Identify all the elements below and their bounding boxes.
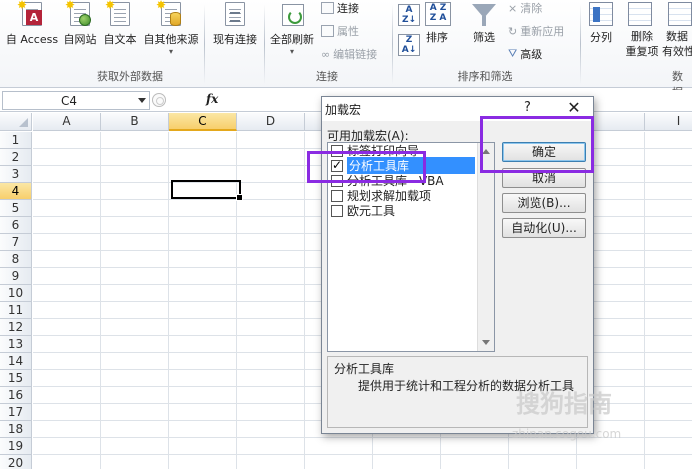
connections-button[interactable]: 连接 [321, 0, 359, 16]
from-text-button[interactable]: ✸ 自文本 [101, 0, 139, 47]
browse-button[interactable]: 浏览(B)... [502, 193, 586, 213]
description-title: 分析工具库 [334, 362, 395, 376]
group-separator [392, 4, 393, 84]
from-other-sources-button[interactable]: ✸ 自其他来源 ▾ [140, 0, 202, 56]
automation-button[interactable]: 自动化(U)... [502, 218, 586, 238]
text-to-columns-icon [589, 2, 613, 26]
refresh-icon [280, 2, 304, 28]
close-icon[interactable]: ✕ [562, 98, 586, 118]
column-header[interactable]: A [33, 113, 101, 131]
column-header[interactable]: B [101, 113, 169, 131]
name-box[interactable]: C4 [2, 91, 150, 110]
data-validation-button[interactable]: 数据 有效性 [662, 29, 692, 59]
highlight-analysis-toolpak [307, 151, 426, 183]
group-label-sort-filter: 排序和筛选 [457, 70, 513, 83]
database-icon: ✸ [156, 0, 183, 28]
listbox-scrollbar[interactable] [477, 143, 494, 351]
remove-duplicates-button[interactable]: 删除 重复项 [622, 29, 662, 59]
properties-button[interactable]: 属性 [321, 23, 359, 39]
reapply-button[interactable]: ↻ 重新应用 [508, 23, 564, 39]
chevron-down-icon: ▾ [289, 47, 294, 56]
select-all-corner[interactable] [0, 113, 32, 131]
row-header[interactable]: 11 [0, 302, 32, 319]
access-icon: ✸ A [17, 0, 44, 28]
row-header[interactable]: 7 [0, 234, 32, 251]
highlight-ok-button [480, 116, 594, 173]
row-header[interactable]: 3 [0, 166, 32, 183]
reapply-icon: ↻ [508, 24, 518, 38]
chevron-down-icon: ▾ [168, 47, 173, 56]
row-header[interactable]: 8 [0, 251, 32, 268]
column-header[interactable]: C [169, 113, 237, 131]
filter-funnel-icon [472, 4, 496, 26]
existing-connections-button[interactable]: 现有连接 [209, 2, 261, 47]
clear-filter-icon: ⨯ [508, 1, 518, 15]
row-header[interactable]: 17 [0, 404, 32, 421]
row-header[interactable]: 9 [0, 268, 32, 285]
text-to-columns-button[interactable]: 分列 [584, 29, 618, 45]
ribbon: ✸ A 自 Access ✸ 自网站 ✸ 自文本 ✸ 自其他来源 ▾ 现有连接 获… [0, 0, 692, 99]
group-separator [580, 4, 581, 84]
clear-filter-button[interactable]: ⨯ 清除 [508, 0, 542, 16]
addin-checkbox[interactable] [331, 189, 343, 202]
sort-descending-icon[interactable]: Z A↓ [398, 34, 420, 56]
row-header[interactable]: 16 [0, 387, 32, 404]
row-header[interactable]: 4 [0, 183, 32, 200]
group-separator [204, 4, 205, 84]
watermark-brand: 搜狗指南 [516, 390, 612, 418]
scroll-down-icon[interactable] [482, 340, 490, 345]
row-header[interactable]: 18 [0, 421, 32, 438]
filter-button[interactable]: 筛选 [466, 29, 502, 45]
chevron-down-icon[interactable] [138, 98, 146, 103]
row-header[interactable]: 5 [0, 200, 32, 217]
sort-button[interactable]: 排序 [420, 29, 454, 45]
group-label-get-external-data: 获取外部数据 [97, 70, 163, 83]
active-cell-c4[interactable] [171, 180, 243, 201]
help-icon[interactable]: ? [524, 100, 531, 115]
row-header[interactable]: 10 [0, 285, 32, 302]
dialog-title: 加载宏 [325, 103, 362, 117]
row-header[interactable]: 1 [0, 132, 32, 149]
row-header[interactable]: 20 [0, 455, 32, 469]
row-header[interactable]: 12 [0, 319, 32, 336]
formula-options-icon [152, 93, 166, 107]
edit-links-button[interactable]: ∞ 编辑链接 [321, 46, 377, 62]
group-label-connections: 连接 [316, 70, 338, 83]
text-file-icon: ✸ [105, 0, 132, 28]
row-header[interactable]: 14 [0, 353, 32, 370]
connections-icon [321, 2, 334, 14]
advanced-filter-icon: ⛛ [508, 47, 518, 60]
addin-list-item[interactable]: 规划求解加载项 [331, 188, 475, 203]
data-validation-icon [668, 2, 692, 26]
watermark-url: zhinan.sogou.com [512, 427, 622, 441]
row-header[interactable]: 15 [0, 370, 32, 387]
properties-icon [321, 25, 334, 37]
addin-list-item[interactable]: 欧元工具 [331, 203, 475, 218]
insert-function-icon[interactable]: fx [206, 92, 218, 106]
addin-label: 欧元工具 [347, 204, 396, 218]
row-header[interactable]: 13 [0, 336, 32, 353]
sort-ascending-icon[interactable]: A Z↓ [398, 4, 420, 26]
row-header[interactable]: 2 [0, 149, 32, 166]
row-header[interactable]: 19 [0, 438, 32, 455]
web-globe-icon: ✸ [65, 0, 92, 28]
refresh-all-button[interactable]: 全部刷新 ▾ [268, 2, 316, 56]
from-web-button[interactable]: ✸ 自网站 [60, 0, 100, 47]
addin-checkbox[interactable] [331, 204, 343, 217]
advanced-filter-button[interactable]: ⛛ 高级 [508, 46, 542, 62]
existing-connections-icon [223, 2, 247, 28]
remove-duplicates-icon [628, 2, 652, 26]
from-access-button[interactable]: ✸ A 自 Access [4, 0, 60, 47]
group-separator [264, 4, 265, 84]
column-header[interactable]: D [237, 113, 305, 131]
row-header[interactable]: 6 [0, 217, 32, 234]
sort-dialog-icon: A ZZ A [425, 2, 451, 26]
link-icon: ∞ [321, 47, 331, 61]
column-header[interactable]: I [645, 113, 692, 131]
